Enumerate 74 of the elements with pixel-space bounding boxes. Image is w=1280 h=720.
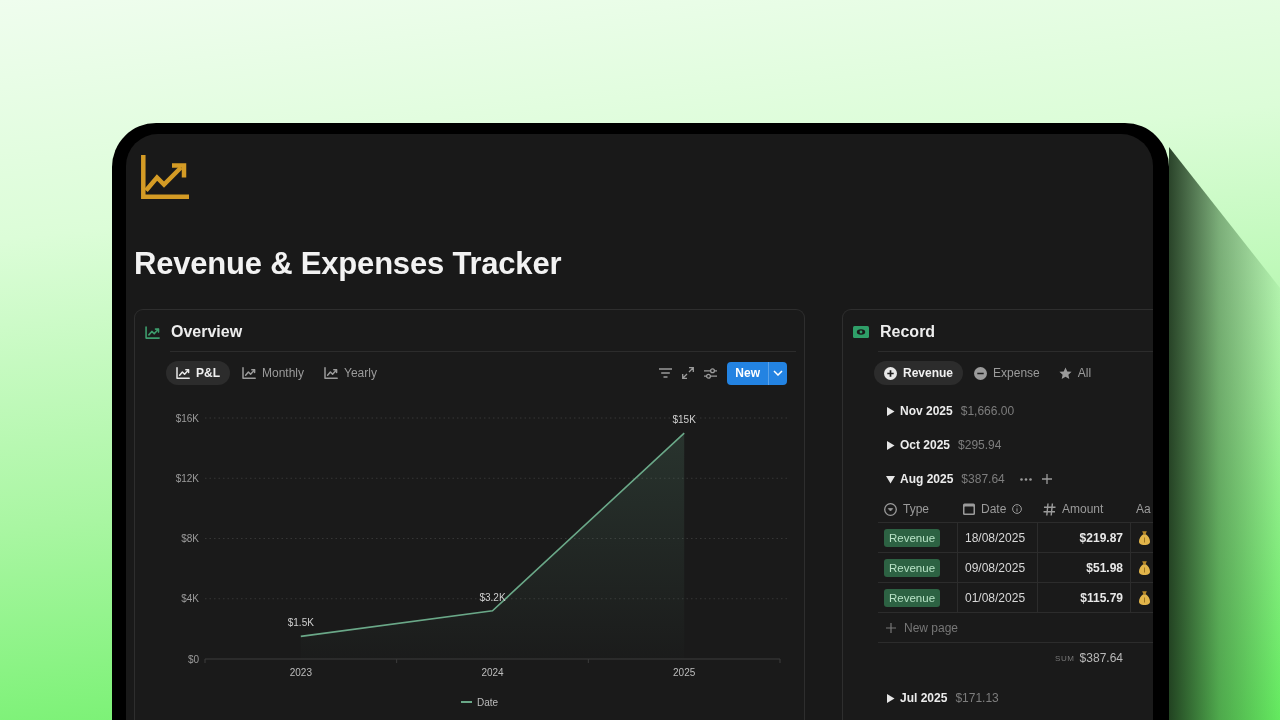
y-axis-label: $4K: [181, 593, 199, 605]
line-chart-icon: [324, 367, 339, 379]
line-chart-icon: [242, 367, 256, 379]
filter-tab[interactable]: All: [1050, 361, 1100, 385]
group-total: $387.64: [961, 472, 1005, 486]
chevron-circle-icon: [884, 502, 897, 516]
amount-cell: $51.98: [1037, 553, 1130, 582]
money-bag-icon[interactable]: [1139, 590, 1150, 605]
x-axis-label: 2024: [481, 667, 504, 678]
hash-icon: [1043, 502, 1056, 516]
more-icon[interactable]: [1019, 477, 1032, 481]
y-axis-label: $12K: [175, 472, 199, 484]
line-chart-icon: [176, 367, 190, 379]
type-tag: Revenue: [884, 528, 941, 547]
y-axis-label: $0: [187, 653, 199, 665]
expand-icon[interactable]: [682, 367, 695, 379]
plus-icon: [886, 622, 896, 633]
filter-icon[interactable]: [659, 368, 673, 378]
plus-icon[interactable]: [1041, 474, 1052, 484]
group-total: $1,666.00: [960, 404, 1015, 418]
chevron-down-icon: [773, 370, 783, 376]
view-tab[interactable]: Yearly: [316, 361, 385, 385]
column-header[interactable]: Type: [878, 496, 957, 522]
data-label: $3.2K: [479, 591, 506, 603]
caret-icon[interactable]: [886, 474, 895, 484]
calendar-icon: [963, 503, 975, 515]
data-label: $15K: [672, 414, 696, 426]
view-tab[interactable]: P&L: [166, 361, 230, 385]
x-axis-label: 2023: [289, 667, 312, 678]
filter-tab[interactable]: Revenue: [874, 361, 964, 385]
new-page-button[interactable]: New page: [878, 613, 1153, 643]
date-cell: 09/08/2025: [957, 553, 1037, 582]
minus-circle-icon: [974, 366, 988, 380]
legend-label: Date: [477, 697, 499, 708]
amount-cell: $115.79: [1037, 583, 1130, 612]
new-button[interactable]: New: [727, 361, 787, 385]
money-bag-icon[interactable]: [1139, 560, 1150, 575]
legend-line-icon: [461, 701, 472, 703]
column-header[interactable]: Amount: [1037, 496, 1130, 522]
caret-icon[interactable]: [886, 440, 895, 450]
sum-value: $387.64: [1079, 651, 1123, 665]
type-tag: Revenue: [884, 558, 941, 577]
caret-icon[interactable]: [886, 693, 895, 703]
type-tag: Revenue: [884, 588, 941, 607]
caret-icon[interactable]: [886, 406, 895, 416]
panel-title: Record: [880, 322, 936, 342]
banknote-icon: [853, 326, 869, 338]
trending-chart-icon: [141, 155, 189, 199]
y-axis-label: $8K: [181, 533, 199, 544]
group-total: $295.94: [958, 438, 1002, 452]
data-label: $1.5K: [287, 617, 314, 629]
date-cell: 18/08/2025: [957, 523, 1037, 552]
star-icon: [1058, 366, 1072, 380]
view-tab[interactable]: Monthly: [234, 361, 313, 385]
column-header[interactable]: Date: [957, 496, 1037, 522]
panel-title: Overview: [171, 322, 243, 342]
group-label: Oct 2025: [900, 438, 951, 452]
date-cell: 01/08/2025: [957, 583, 1037, 612]
sum-label: SUM: [1055, 653, 1075, 663]
amount-cell: $219.87: [1037, 523, 1130, 552]
y-axis-label: $16K: [175, 412, 199, 424]
group-total: $171.13: [955, 691, 999, 705]
group-label: Nov 2025: [900, 404, 953, 418]
line-chart-icon: [145, 325, 160, 339]
column-header[interactable]: Aa: [1130, 496, 1153, 522]
filter-tab[interactable]: Expense: [966, 361, 1048, 385]
info-icon: [1012, 504, 1023, 514]
group-label: Jul 2025: [900, 691, 948, 705]
group-label: Aug 2025: [900, 472, 954, 486]
plus-circle-icon: [884, 366, 897, 380]
page-title: Revenue & Expenses Tracker: [134, 245, 562, 283]
sliders-icon[interactable]: [704, 367, 718, 379]
money-bag-icon[interactable]: [1139, 530, 1150, 545]
x-axis-label: 2025: [673, 667, 696, 678]
